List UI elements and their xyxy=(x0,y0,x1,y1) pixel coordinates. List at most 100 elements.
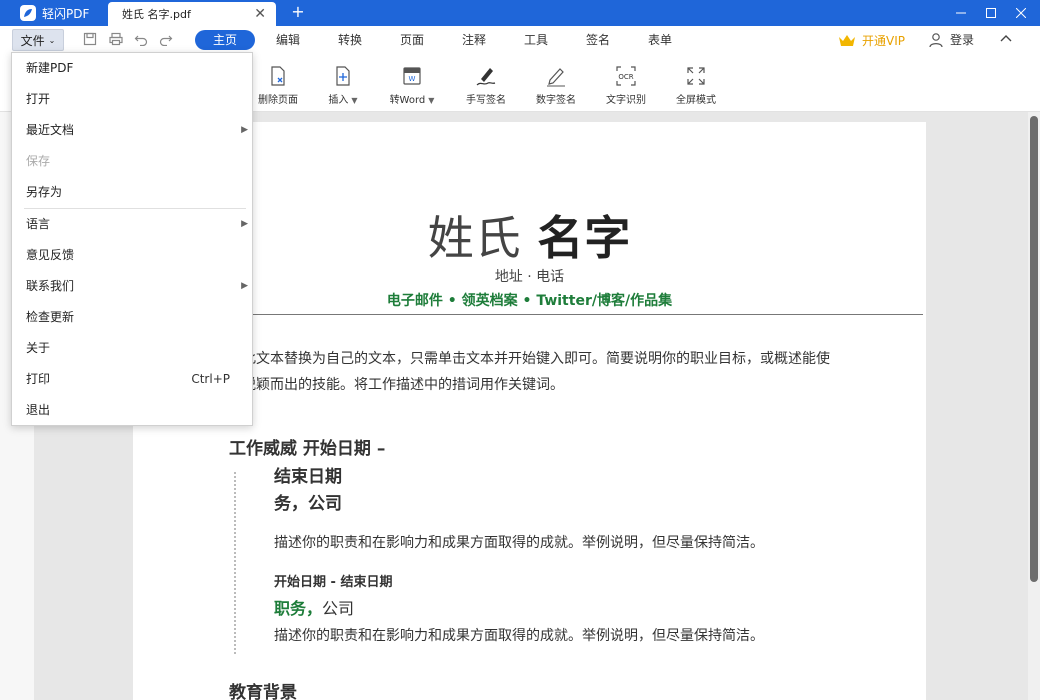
maximize-button[interactable] xyxy=(976,0,1006,26)
menu-item-label: 意见反馈 xyxy=(26,248,75,262)
tab-annotate[interactable]: 注释 xyxy=(449,30,499,50)
file-menu-label: 文件 xyxy=(20,33,45,48)
close-window-button[interactable] xyxy=(1006,0,1036,26)
vertical-scrollbar[interactable] xyxy=(1028,112,1040,700)
menu-item-label: 打开 xyxy=(26,92,51,106)
tab-edit[interactable]: 编辑 xyxy=(263,30,313,50)
summary-text: 将此文本替换为自己的文本，只需单击文本并开始键入即可。简要说明你的职业目标，或概… xyxy=(228,351,830,393)
to-word-label: 转Word xyxy=(389,95,426,106)
menu-item-save-as[interactable]: 另存为 xyxy=(12,179,254,205)
menu-item-print[interactable]: 打印 Ctrl+P xyxy=(12,366,254,392)
fullscreen-icon xyxy=(685,64,707,88)
login-button[interactable]: 登录 xyxy=(928,31,974,48)
menu-item-save: 保存 xyxy=(12,148,254,174)
menu-item-label: 保存 xyxy=(26,154,51,168)
job2-company: 公司 xyxy=(322,599,355,618)
fullscreen-label: 全屏模式 xyxy=(676,95,716,106)
menu-item-label: 联系我们 xyxy=(26,279,75,293)
menu-separator xyxy=(24,208,246,209)
job1-end-date: 结束日期 xyxy=(274,467,342,487)
job2-role: 职务，公司 xyxy=(274,595,354,619)
given-name: 名字 xyxy=(537,211,632,265)
handwrite-sign-button[interactable]: 手写签名 xyxy=(451,64,521,110)
handwrite-sign-icon xyxy=(475,64,497,88)
close-tab-icon[interactable]: ✕ xyxy=(254,6,266,22)
delete-page-label: 删除页面 xyxy=(258,95,298,106)
surname: 姓氏 xyxy=(427,211,522,265)
menu-item-check-update[interactable]: 检查更新 xyxy=(12,304,254,330)
svg-text:OCR: OCR xyxy=(618,73,633,81)
timeline-line xyxy=(234,472,236,654)
tab-sign[interactable]: 签名 xyxy=(573,30,623,50)
job2-description: 描述你的职责和在影响力和成果方面取得的成就。举例说明，但尽量保持简洁。 xyxy=(274,628,764,644)
app-tab[interactable]: 轻闪PDF xyxy=(0,0,108,26)
chevron-down-icon: ⌄ xyxy=(48,35,56,45)
tab-convert[interactable]: 转换 xyxy=(325,30,375,50)
user-icon xyxy=(929,32,943,47)
menu-item-open[interactable]: 打开 xyxy=(12,86,254,112)
print-icon[interactable] xyxy=(108,31,124,47)
menu-item-label: 语言 xyxy=(26,217,51,231)
document-tab[interactable]: 姓氏 名字.pdf ✕ xyxy=(108,2,276,26)
save-icon[interactable] xyxy=(82,31,98,47)
menu-item-label: 最近文档 xyxy=(26,123,75,137)
job1-role: 务，公司 xyxy=(274,494,342,514)
tab-page[interactable]: 页面 xyxy=(387,30,437,50)
to-word-icon: W xyxy=(401,64,423,88)
minimize-button[interactable] xyxy=(946,0,976,26)
insert-page-button[interactable]: 插入 ▼ xyxy=(308,64,378,110)
fullscreen-button[interactable]: 全屏模式 xyxy=(661,64,731,110)
menu-item-label: 打印 xyxy=(26,372,51,386)
crown-icon xyxy=(839,34,855,46)
job-title: 工作威威 开始日期 – xyxy=(229,439,386,459)
title-bar: 轻闪PDF 姓氏 名字.pdf ✕ + xyxy=(0,0,1040,26)
job2-dates: 开始日期 - 结束日期 xyxy=(274,575,393,590)
menu-item-label: 关于 xyxy=(26,341,51,355)
menu-item-language[interactable]: 语言 ▶ xyxy=(12,211,254,237)
menu-item-about[interactable]: 关于 xyxy=(12,335,254,361)
delete-page-icon xyxy=(267,64,289,88)
app-name: 轻闪PDF xyxy=(42,6,90,21)
shortcut-label: Ctrl+P xyxy=(191,372,230,386)
digital-sign-label: 数字签名 xyxy=(536,95,576,106)
new-tab-button[interactable]: + xyxy=(288,2,308,21)
insert-label: 插入 xyxy=(328,95,349,106)
vip-button[interactable]: 开通VIP xyxy=(838,32,905,49)
ocr-icon: OCR xyxy=(615,64,637,88)
app-logo-icon xyxy=(20,5,36,21)
to-word-button[interactable]: W 转Word ▼ xyxy=(377,64,447,110)
chevron-right-icon: ▶ xyxy=(241,219,248,229)
menu-item-contact[interactable]: 联系我们 ▶ xyxy=(12,273,254,299)
file-dropdown-menu: 新建PDF 打开 最近文档 ▶ 保存 另存为 语言 ▶ 意见反馈 联系我们 ▶ 检查更… xyxy=(11,52,253,426)
file-menu-button[interactable]: 文件 ⌄ xyxy=(12,29,64,51)
undo-icon[interactable] xyxy=(133,31,149,47)
tab-home[interactable]: 主页 xyxy=(195,30,255,50)
job1-description: 描述你的职责和在影响力和成果方面取得的成就。举例说明，但尽量保持简洁。 xyxy=(274,535,764,551)
handwrite-sign-label: 手写签名 xyxy=(466,95,506,106)
scrollbar-thumb[interactable] xyxy=(1030,116,1038,582)
digital-sign-button[interactable]: 数字签名 xyxy=(521,64,591,110)
menu-item-new-pdf[interactable]: 新建PDF xyxy=(12,55,254,81)
menu-item-label: 另存为 xyxy=(26,185,63,199)
menu-item-label: 退出 xyxy=(26,403,51,417)
login-label: 登录 xyxy=(950,33,975,47)
maximize-icon xyxy=(986,8,996,18)
menu-item-exit[interactable]: 退出 xyxy=(12,397,254,423)
document-tab-label: 姓氏 名字.pdf xyxy=(122,8,191,21)
dropdown-arrow-icon: ▼ xyxy=(351,96,358,105)
dropdown-arrow-icon: ▼ xyxy=(428,96,435,105)
menu-item-label: 检查更新 xyxy=(26,310,75,324)
tab-form[interactable]: 表单 xyxy=(635,30,685,50)
chevron-right-icon: ▶ xyxy=(241,281,248,291)
digital-sign-icon xyxy=(545,64,567,88)
menu-item-recent[interactable]: 最近文档 ▶ xyxy=(12,117,254,143)
minimize-icon xyxy=(956,12,966,14)
ocr-button[interactable]: OCR 文字识别 xyxy=(591,64,661,110)
close-icon xyxy=(1016,8,1026,18)
tab-tools[interactable]: 工具 xyxy=(511,30,561,50)
menu-item-feedback[interactable]: 意见反馈 xyxy=(12,242,254,268)
collapse-ribbon-icon[interactable] xyxy=(998,31,1014,47)
svg-text:W: W xyxy=(409,75,416,83)
job2-title: 职务， xyxy=(274,599,323,618)
redo-icon[interactable] xyxy=(158,31,174,47)
